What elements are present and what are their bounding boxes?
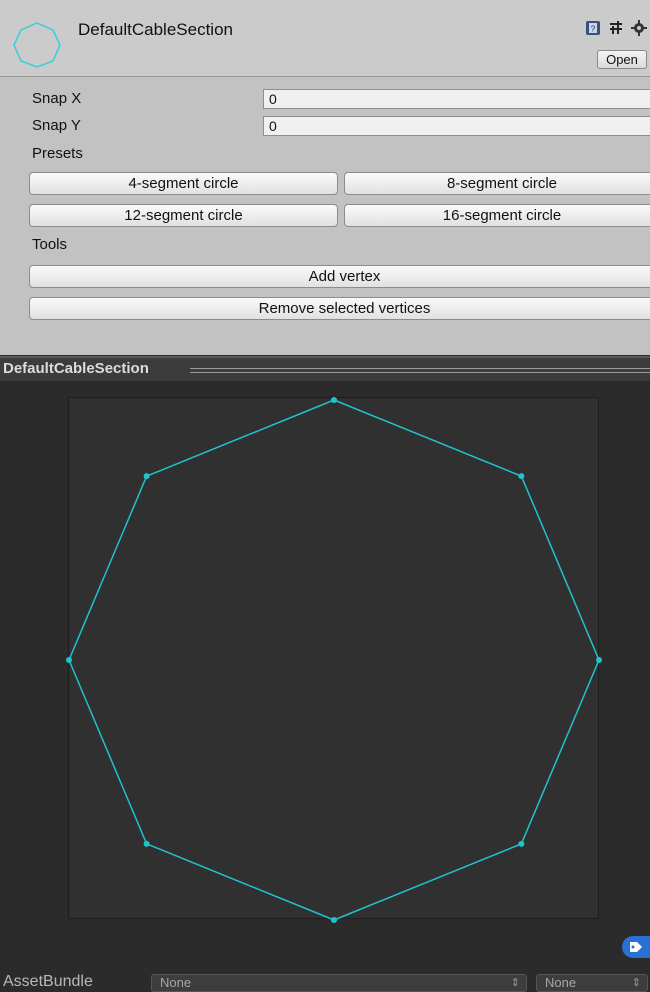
preview-drag-handle[interactable]	[190, 368, 650, 373]
snap-x-field[interactable]: 0	[263, 89, 650, 109]
remove-selected-vertices-button[interactable]: Remove selected vertices	[29, 297, 650, 320]
vertex-handle[interactable]	[596, 657, 602, 663]
assetbundle-name-dropdown[interactable]: None ⇕	[151, 974, 527, 992]
help-book-icon[interactable]: ?	[584, 20, 602, 38]
settings-sliders-icon[interactable]	[607, 20, 625, 38]
section-edge	[146, 399, 335, 477]
tools-label: Tools	[32, 236, 68, 253]
vertex-handle[interactable]	[143, 473, 150, 480]
section-edge	[146, 843, 335, 921]
vertex-handle[interactable]	[518, 473, 525, 480]
preview-title: DefaultCableSection	[3, 360, 149, 377]
section-edge	[520, 475, 600, 661]
snap-x-label: Snap X	[32, 90, 82, 107]
section-edge	[333, 843, 522, 921]
dropdown-arrow-icon: ⇕	[510, 977, 520, 989]
section-edge	[68, 475, 148, 661]
add-vertex-button[interactable]: Add vertex	[29, 265, 650, 288]
dropdown-arrow-icon: ⇕	[631, 977, 641, 989]
section-shape[interactable]	[0, 381, 650, 990]
preset-16-segment-button[interactable]: 16-segment circle	[344, 204, 650, 227]
section-edge	[520, 659, 600, 845]
section-edge	[333, 399, 522, 477]
vertex-handle[interactable]	[331, 397, 337, 403]
presets-label: Presets	[32, 145, 83, 162]
assetbundle-variant-dropdown[interactable]: None ⇕	[536, 974, 648, 992]
assetbundle-name-value: None	[160, 975, 192, 990]
open-button[interactable]: Open	[597, 50, 647, 69]
gear-icon[interactable]	[630, 20, 648, 38]
preview-area: AssetBundle None ⇕ None ⇕	[0, 381, 650, 992]
inspector-panel: DefaultCableSection ? Open Snap X 0 Snap…	[0, 0, 650, 355]
preview-header[interactable]: DefaultCableSection	[0, 356, 650, 382]
preset-8-segment-button[interactable]: 8-segment circle	[344, 172, 650, 195]
preset-4-segment-button[interactable]: 4-segment circle	[29, 172, 338, 195]
snap-y-field[interactable]: 0	[263, 116, 650, 136]
assetbundle-variant-value: None	[545, 975, 577, 990]
svg-text:?: ?	[591, 25, 596, 34]
asset-label-icon[interactable]	[622, 936, 650, 958]
preset-12-segment-button[interactable]: 12-segment circle	[29, 204, 338, 227]
section-edge	[68, 659, 148, 845]
assetbundle-label: AssetBundle	[3, 973, 93, 990]
cable-section-icon	[13, 22, 61, 68]
vertex-handle[interactable]	[143, 840, 150, 847]
vertex-handle[interactable]	[331, 917, 337, 923]
snap-y-label: Snap Y	[32, 117, 81, 134]
vertex-handle[interactable]	[66, 657, 72, 663]
vertex-handle[interactable]	[518, 840, 525, 847]
inspector-header: DefaultCableSection ? Open	[0, 0, 650, 77]
asset-title: DefaultCableSection	[78, 20, 233, 39]
